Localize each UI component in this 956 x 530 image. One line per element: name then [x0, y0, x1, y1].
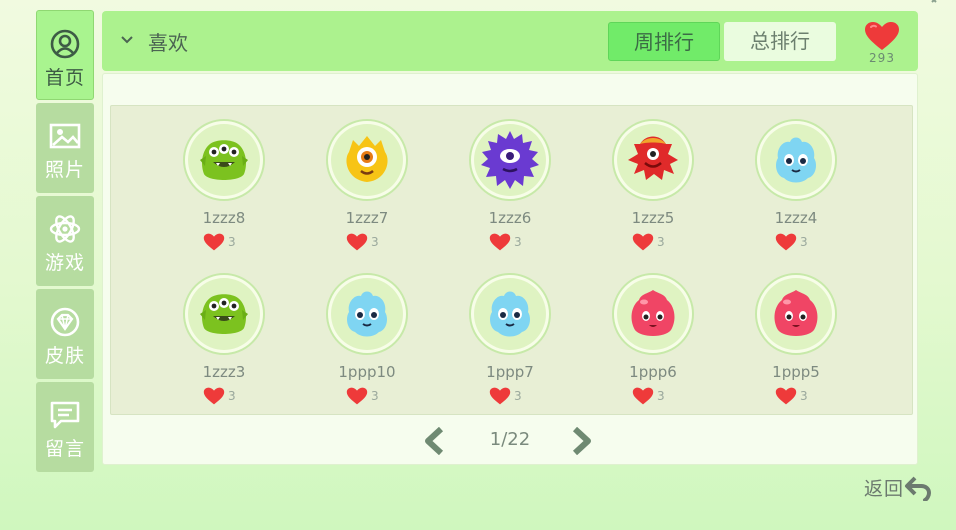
like-count: 3 — [514, 235, 522, 249]
heart-icon — [489, 233, 511, 251]
user-likes[interactable]: 3 — [775, 387, 808, 405]
user-likes[interactable]: 3 — [346, 233, 379, 251]
heart-icon — [865, 22, 899, 50]
user-grid: 1zzz8 3 1zzz7 3 1zzz6 3 1zzz5 3 1zzz4 3 1zzz3 3 1ppp… — [110, 105, 913, 415]
avatar[interactable] — [469, 119, 551, 201]
chevron-down-icon[interactable] — [120, 33, 134, 47]
monster-avatar-icon — [760, 124, 832, 196]
heart-icon — [346, 387, 368, 405]
like-count: 3 — [800, 389, 808, 403]
back-button[interactable]: 返回 — [864, 474, 932, 501]
user-likes[interactable]: 3 — [203, 233, 236, 251]
like-count: 3 — [371, 235, 379, 249]
like-count: 3 — [657, 389, 665, 403]
like-count: 3 — [657, 235, 665, 249]
user-name: 1zzz7 — [345, 209, 389, 227]
avatar[interactable] — [326, 119, 408, 201]
avatar[interactable] — [469, 273, 551, 355]
diamond-badge-icon — [48, 305, 82, 339]
like-count: 3 — [228, 389, 236, 403]
user-name: 1zzz3 — [202, 363, 246, 381]
sidebar-item-photos[interactable]: 照片 — [36, 103, 94, 193]
sidebar-item-label: 首页 — [44, 67, 85, 89]
sidebar-item-label: 照片 — [44, 159, 85, 181]
user-name: 1zzz6 — [488, 209, 532, 227]
like-count: 3 — [228, 235, 236, 249]
monster-avatar-icon — [617, 124, 689, 196]
like-count: 3 — [371, 389, 379, 403]
tab-weekly-ranking[interactable]: 周排行 — [608, 22, 720, 61]
user-circle-icon — [48, 27, 82, 61]
heart-icon — [203, 387, 225, 405]
heart-icon — [489, 387, 511, 405]
previous-page-icon[interactable] — [421, 427, 445, 455]
tab-total-ranking[interactable]: 总排行 — [724, 22, 836, 61]
user-name: 1ppp6 — [629, 363, 677, 381]
next-page-icon[interactable] — [571, 427, 595, 455]
sidebar-item-label: 游戏 — [44, 252, 85, 274]
user-likes[interactable]: 3 — [632, 233, 665, 251]
sidebar-item-messages[interactable]: 留言 — [36, 382, 94, 472]
user-likes[interactable]: 3 — [489, 387, 522, 405]
ranking-header: 喜欢 周排行 总排行 293 — [102, 11, 918, 71]
avatar[interactable] — [326, 273, 408, 355]
user-name: 1ppp7 — [486, 363, 534, 381]
monster-avatar-icon — [331, 124, 403, 196]
user-name: 1zzz4 — [774, 209, 818, 227]
user-name: 1zzz5 — [631, 209, 675, 227]
like-count: 3 — [800, 235, 808, 249]
user-likes[interactable]: 3 — [489, 233, 522, 251]
heart-icon — [632, 387, 654, 405]
sidebar-item-label: 留言 — [44, 438, 85, 460]
user-likes[interactable]: 3 — [346, 387, 379, 405]
message-icon — [48, 398, 82, 432]
user-likes[interactable]: 3 — [632, 387, 665, 405]
ranking-content: 1zzz8 3 1zzz7 3 1zzz6 3 1zzz5 3 1zzz4 3 1zzz3 3 1ppp… — [102, 73, 918, 465]
heart-icon — [346, 233, 368, 251]
sidebar-item-home[interactable]: 首页 — [36, 10, 94, 100]
user-likes[interactable]: 3 — [203, 387, 236, 405]
close-icon[interactable] — [918, 0, 948, 12]
heart-icon — [203, 233, 225, 251]
monster-avatar-icon — [474, 124, 546, 196]
user-name: 1zzz8 — [202, 209, 246, 227]
photo-icon — [48, 119, 82, 153]
avatar[interactable] — [755, 273, 837, 355]
monster-avatar-icon — [617, 278, 689, 350]
monster-avatar-icon — [188, 278, 260, 350]
user-name: 1ppp10 — [338, 363, 396, 381]
sidebar-item-skins[interactable]: 皮肤 — [36, 289, 94, 379]
page-indicator: 1/22 — [489, 429, 531, 450]
user-name: 1ppp5 — [772, 363, 820, 381]
back-arrow-icon — [905, 476, 932, 501]
avatar[interactable] — [612, 273, 694, 355]
avatar[interactable] — [755, 119, 837, 201]
total-likes-count: 293 — [869, 51, 895, 65]
user-likes[interactable]: 3 — [775, 233, 808, 251]
avatar[interactable] — [183, 119, 265, 201]
sidebar-item-label: 皮肤 — [44, 345, 85, 367]
monster-avatar-icon — [760, 278, 832, 350]
like-count: 3 — [514, 389, 522, 403]
sidebar-item-games[interactable]: 游戏 — [36, 196, 94, 286]
monster-avatar-icon — [331, 278, 403, 350]
avatar[interactable] — [612, 119, 694, 201]
atom-icon — [48, 212, 82, 246]
back-label: 返回 — [864, 478, 905, 500]
sort-dropdown-label[interactable]: 喜欢 — [148, 27, 188, 56]
monster-avatar-icon — [188, 124, 260, 196]
monster-avatar-icon — [474, 278, 546, 350]
heart-icon — [632, 233, 654, 251]
heart-icon — [775, 233, 797, 251]
heart-icon — [775, 387, 797, 405]
avatar[interactable] — [183, 273, 265, 355]
